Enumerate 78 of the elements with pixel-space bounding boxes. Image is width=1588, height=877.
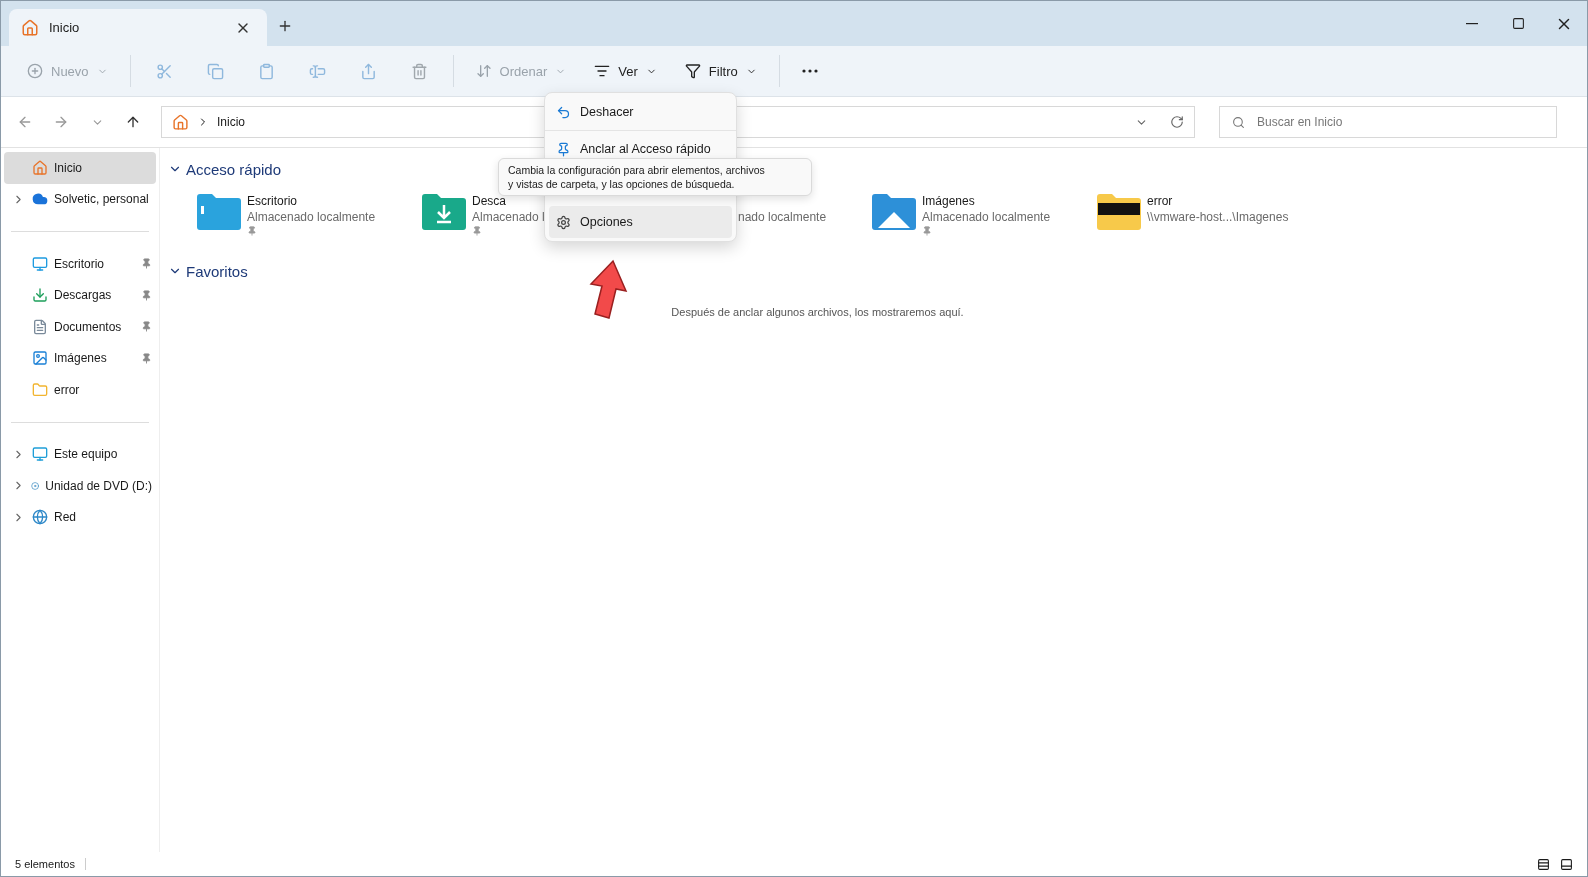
folder-tile[interactable]: error \\vmware-host...\Imagenes bbox=[1097, 194, 1322, 242]
settings-icon bbox=[556, 214, 571, 230]
section-header[interactable]: Favoritos bbox=[168, 258, 248, 284]
folder-location: \\vmware-host...\Imagenes bbox=[1147, 210, 1289, 224]
empty-message: Después de anclar algunos archivos, los mostraremos aquí. bbox=[670, 306, 965, 318]
pictures-folder-icon bbox=[872, 194, 916, 230]
document-icon bbox=[32, 318, 48, 335]
tooltip: Cambia la configuración para abrir elementos, archivos y vistas de carpeta, y las opciones de búsqueda. bbox=[498, 158, 812, 196]
folder-location: Almacenado localmente bbox=[247, 210, 376, 224]
menu-item[interactable]: Opciones bbox=[549, 206, 732, 238]
address-path: Inicio bbox=[217, 115, 246, 129]
filter-button[interactable]: Filtro bbox=[672, 54, 769, 88]
home-icon bbox=[32, 159, 48, 176]
pin-icon bbox=[247, 226, 257, 236]
pin-icon bbox=[141, 289, 152, 301]
desktop-icon bbox=[32, 255, 48, 272]
downloads-folder-icon bbox=[422, 194, 466, 230]
pin-icon bbox=[141, 258, 152, 270]
rename-glyph-icon bbox=[308, 62, 326, 80]
network-icon bbox=[32, 509, 48, 526]
sidebar-item[interactable]: Imágenes bbox=[4, 342, 156, 374]
pin-icon bbox=[556, 141, 571, 157]
search-field[interactable]: Buscar en Inicio bbox=[1219, 106, 1557, 138]
section-header[interactable]: Acceso rápido bbox=[168, 156, 282, 182]
desktop-folder-icon bbox=[197, 194, 241, 230]
sidebar-item[interactable]: Red bbox=[4, 501, 156, 533]
sidebar-item[interactable]: Inicio bbox=[4, 152, 156, 184]
download-icon bbox=[32, 287, 48, 304]
sidebar-item[interactable]: error bbox=[4, 374, 156, 406]
pin-icon bbox=[141, 352, 152, 364]
sidebar-item[interactable]: Documentos bbox=[4, 311, 156, 343]
folder-location: nado localmente bbox=[737, 210, 827, 224]
folder-icon bbox=[32, 381, 48, 398]
menu-item[interactable]: Deshacer bbox=[549, 96, 732, 128]
filter-icon bbox=[684, 63, 701, 79]
share-glyph-icon bbox=[359, 62, 377, 80]
cut-glyph-icon bbox=[155, 62, 173, 80]
plus-circle-icon bbox=[27, 63, 43, 79]
sidebar-item[interactable]: Solvetic, personal bbox=[4, 183, 156, 215]
details-view-icon bbox=[1537, 857, 1550, 871]
arrow-up-icon bbox=[125, 114, 141, 130]
home-icon bbox=[21, 18, 39, 37]
folder-tile[interactable]: Escritorio Almacenado localmente bbox=[197, 194, 422, 242]
folder-location: Almacenado localmente bbox=[922, 210, 1051, 224]
computer-icon bbox=[32, 446, 48, 463]
picture-icon bbox=[32, 350, 48, 367]
more-icon bbox=[801, 69, 818, 73]
folder-name: Escritorio bbox=[247, 194, 298, 208]
minimize-icon bbox=[1466, 22, 1478, 25]
sidebar-item[interactable]: Descargas bbox=[4, 279, 156, 311]
arrow-right-icon bbox=[53, 114, 69, 130]
pin-icon bbox=[922, 226, 932, 236]
folder-name: error bbox=[1147, 194, 1174, 208]
sidebar-item[interactable]: Escritorio bbox=[4, 248, 156, 280]
sidebar-item[interactable]: Unidad de DVD (D:) bbox=[4, 470, 156, 502]
maximize-icon bbox=[1511, 17, 1525, 30]
refresh-icon bbox=[1170, 115, 1184, 129]
folder-tile[interactable]: Imágenes Almacenado localmente bbox=[872, 194, 1097, 242]
paste-glyph-icon bbox=[257, 62, 275, 80]
plus-icon bbox=[277, 18, 293, 34]
copy-glyph-icon bbox=[206, 62, 224, 80]
view-button[interactable]: Ver bbox=[582, 54, 669, 88]
tab[interactable]: Inicio bbox=[9, 9, 267, 46]
item-count: 5 elementos bbox=[15, 858, 75, 870]
pin-icon bbox=[472, 226, 482, 236]
folder-name: Desca bbox=[472, 194, 507, 208]
sort-arrows-icon bbox=[475, 63, 492, 79]
undo-icon bbox=[556, 104, 571, 120]
home-icon bbox=[172, 113, 189, 131]
pin-icon bbox=[141, 321, 152, 333]
sidebar-item[interactable]: Este equipo bbox=[4, 438, 156, 470]
pointer-arrow-drawing bbox=[589, 259, 628, 319]
search-icon bbox=[1232, 115, 1245, 129]
folder-location: Almacenado l bbox=[472, 210, 545, 224]
folder-icon bbox=[1097, 194, 1141, 230]
delete-glyph-icon bbox=[410, 62, 428, 80]
folder-name: Imágenes bbox=[922, 194, 976, 208]
preview-view-icon bbox=[1560, 857, 1573, 871]
